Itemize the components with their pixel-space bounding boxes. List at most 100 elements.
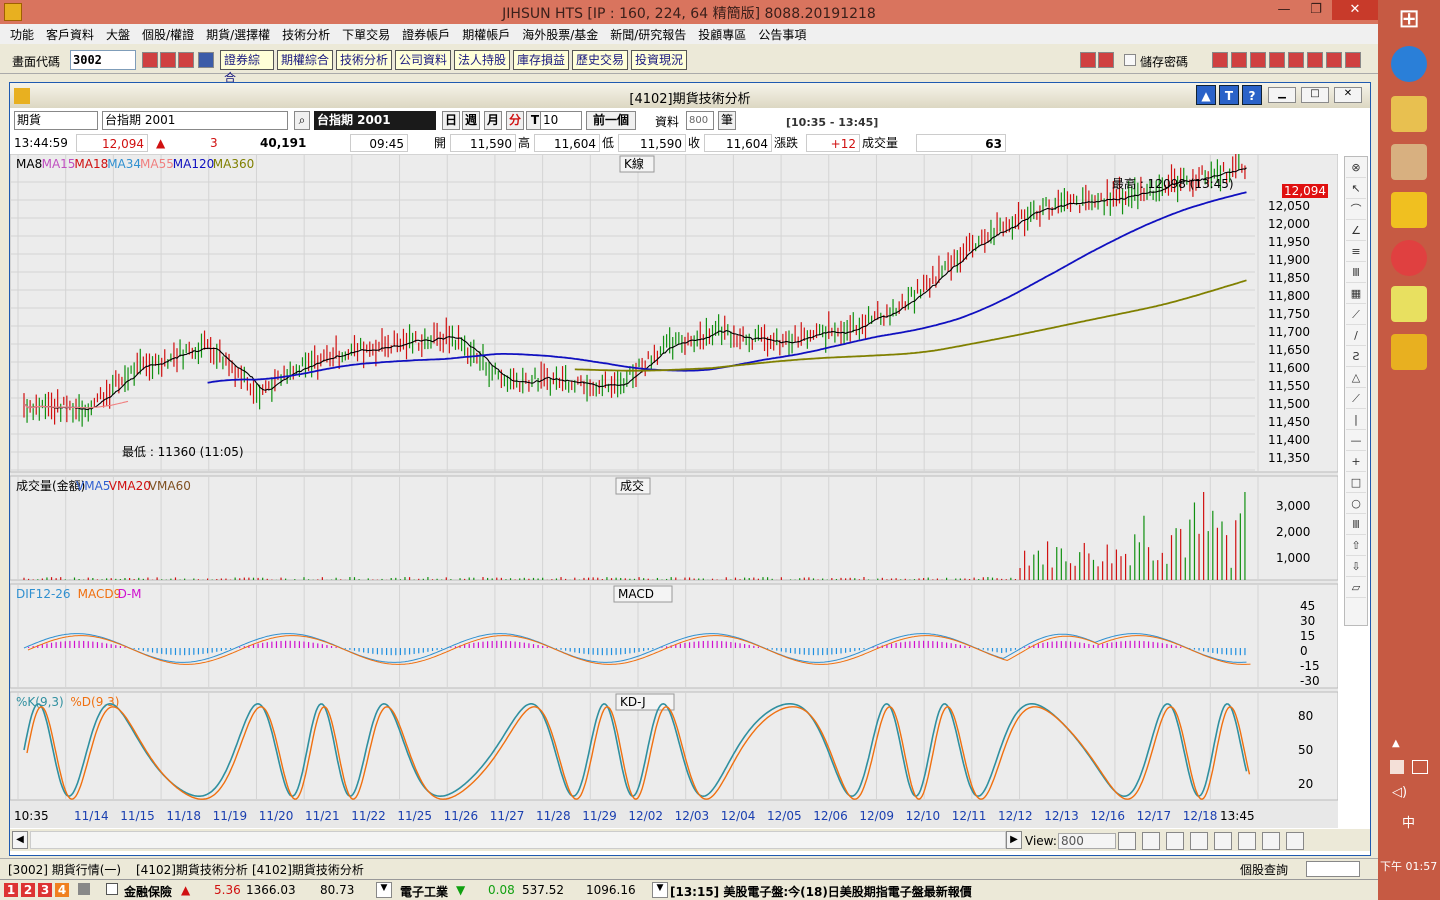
draw-tool-18[interactable]: ⇧ bbox=[1346, 536, 1366, 556]
tab-4102-a[interactable]: [4102]期貨技術分析 bbox=[136, 861, 248, 878]
data-count-input[interactable]: 800 bbox=[686, 111, 714, 130]
file-explorer-icon[interactable] bbox=[1391, 96, 1427, 132]
save-password-checkbox[interactable] bbox=[1124, 54, 1136, 66]
menu-item-11[interactable]: 投顧專區 bbox=[692, 24, 752, 44]
next-screen-icon[interactable] bbox=[1098, 52, 1114, 68]
toolbar-tool-icon-4[interactable] bbox=[1288, 52, 1304, 68]
nav-button-5[interactable]: 庫存損益 bbox=[513, 50, 569, 70]
nav-button-7[interactable]: 投資現況 bbox=[631, 50, 687, 70]
code-input[interactable]: 3002 bbox=[70, 50, 136, 70]
dropdown-icon[interactable] bbox=[198, 52, 214, 68]
tab-4102-b[interactable]: [4102]期貨技術分析 bbox=[252, 861, 364, 878]
draw-tool-9[interactable]: Ƨ bbox=[1346, 347, 1366, 367]
scroll-right-button[interactable]: ▶ bbox=[1006, 831, 1022, 849]
menu-item-0[interactable]: 功能 bbox=[4, 24, 40, 44]
draw-tool-8[interactable]: / bbox=[1346, 326, 1366, 346]
draw-tool-12[interactable]: | bbox=[1346, 410, 1366, 430]
toolbar-tool-icon-0[interactable] bbox=[1212, 52, 1228, 68]
sector2-dropdown[interactable]: ▼ bbox=[652, 882, 668, 898]
view-tool-icon-0[interactable] bbox=[1118, 832, 1136, 850]
help-icon[interactable]: ? bbox=[1242, 85, 1262, 105]
nav-button-4[interactable]: 法人持股 bbox=[454, 50, 510, 70]
view-tool-icon-5[interactable] bbox=[1238, 832, 1256, 850]
page-2[interactable]: 2 bbox=[21, 883, 35, 897]
nav-button-1[interactable]: 期權綜合 bbox=[277, 50, 333, 70]
close-button[interactable]: ✕ bbox=[1332, 0, 1378, 20]
ime-indicator[interactable]: 中 bbox=[1402, 812, 1415, 831]
toolbar-tool-icon-2[interactable] bbox=[1250, 52, 1266, 68]
nav-button-2[interactable]: 技術分析 bbox=[336, 50, 392, 70]
sub-close-button[interactable]: ✕ bbox=[1334, 87, 1362, 103]
menu-item-7[interactable]: 證券帳戶 bbox=[396, 24, 456, 44]
nav-button-3[interactable]: 公司資料 bbox=[395, 50, 451, 70]
menu-item-3[interactable]: 個股/權證 bbox=[136, 24, 200, 44]
period-button-1[interactable]: 週 bbox=[462, 111, 480, 130]
draw-tool-7[interactable]: ⟋ bbox=[1346, 305, 1366, 325]
windows-start-icon[interactable]: ⊞ bbox=[1391, 4, 1427, 40]
network-icon[interactable] bbox=[1412, 760, 1428, 774]
status-checkbox[interactable] bbox=[106, 883, 118, 895]
sticky-notes-icon[interactable] bbox=[1391, 286, 1427, 322]
draw-tool-2[interactable]: ⌒ bbox=[1346, 200, 1366, 220]
toolbar-tool-icon-1[interactable] bbox=[1231, 52, 1247, 68]
type-select[interactable]: 期貨 bbox=[14, 111, 98, 130]
template-icon[interactable]: T bbox=[1219, 85, 1239, 105]
unit-button[interactable]: 筆 bbox=[718, 111, 736, 130]
jihsun-app-icon[interactable] bbox=[1391, 334, 1427, 370]
menu-item-1[interactable]: 客戶資料 bbox=[40, 24, 100, 44]
search-icon[interactable] bbox=[142, 52, 158, 68]
draw-tool-14[interactable]: + bbox=[1346, 452, 1366, 472]
draw-tool-3[interactable]: ∠ bbox=[1346, 221, 1366, 241]
draw-tool-20[interactable]: ▱ bbox=[1346, 578, 1366, 598]
period-button-2[interactable]: 月 bbox=[484, 111, 502, 130]
view-tool-icon-1[interactable] bbox=[1142, 832, 1160, 850]
view-tool-icon-4[interactable] bbox=[1214, 832, 1232, 850]
menu-item-12[interactable]: 公告事項 bbox=[752, 24, 812, 44]
volume-icon[interactable]: ◁) bbox=[1392, 785, 1407, 800]
menu-item-2[interactable]: 大盤 bbox=[100, 24, 136, 44]
chrome-icon[interactable] bbox=[1391, 240, 1427, 276]
period-button-3[interactable]: 分 bbox=[506, 111, 524, 130]
menu-item-9[interactable]: 海外股票/基金 bbox=[516, 24, 604, 44]
view-tool-icon-3[interactable] bbox=[1190, 832, 1208, 850]
tab-3002[interactable]: [3002] 期貨行情(一) bbox=[8, 861, 121, 878]
toolbar-tool-icon-6[interactable] bbox=[1326, 52, 1342, 68]
draw-tool-11[interactable]: ⟋ bbox=[1346, 389, 1366, 409]
draw-tool-17[interactable]: Ⅲ bbox=[1346, 515, 1366, 535]
menu-item-5[interactable]: 技術分析 bbox=[276, 24, 336, 44]
tray-expand-icon[interactable]: ▲ bbox=[1392, 738, 1400, 749]
view-tool-icon-6[interactable] bbox=[1262, 832, 1280, 850]
nav-button-6[interactable]: 歷史交易 bbox=[572, 50, 628, 70]
sub-minimize-button[interactable]: ▁ bbox=[1268, 87, 1296, 103]
prev-button[interactable]: 前一個 bbox=[586, 111, 636, 130]
page-1[interactable]: 1 bbox=[4, 883, 18, 897]
menu-item-8[interactable]: 期權帳戶 bbox=[456, 24, 516, 44]
horizontal-scrollbar[interactable] bbox=[30, 831, 1006, 849]
toolbar-tool-icon-3[interactable] bbox=[1269, 52, 1285, 68]
draw-tool-0[interactable]: ⊗ bbox=[1346, 158, 1366, 178]
sector1-dropdown[interactable]: ▼ bbox=[376, 882, 392, 898]
minute-select[interactable]: 10 bbox=[540, 111, 582, 130]
draw-tool-13[interactable]: — bbox=[1346, 431, 1366, 451]
draw-tool-19[interactable]: ⇩ bbox=[1346, 557, 1366, 577]
draw-tool-16[interactable]: ○ bbox=[1346, 494, 1366, 514]
lock-icon[interactable] bbox=[78, 883, 90, 895]
draw-tool-4[interactable]: ≡ bbox=[1346, 242, 1366, 262]
scroll-left-button[interactable]: ◀ bbox=[12, 831, 28, 849]
minimize-button[interactable]: — bbox=[1268, 0, 1300, 20]
symbol-select[interactable]: 台指期 2001 bbox=[102, 111, 288, 130]
menu-item-4[interactable]: 期貨/選擇權 bbox=[200, 24, 276, 44]
page-3[interactable]: 3 bbox=[38, 883, 52, 897]
toolbar-tool-icon-5[interactable] bbox=[1307, 52, 1323, 68]
draw-tool-10[interactable]: △ bbox=[1346, 368, 1366, 388]
draw-tool-5[interactable]: Ⅲ bbox=[1346, 263, 1366, 283]
ie-browser-icon[interactable] bbox=[1391, 46, 1427, 82]
restore-button[interactable]: ❐ bbox=[1300, 0, 1332, 20]
sub-restore-button[interactable]: □ bbox=[1301, 87, 1329, 103]
view-tool-icon-7[interactable] bbox=[1286, 832, 1304, 850]
menu-item-10[interactable]: 新聞/研究報告 bbox=[604, 24, 692, 44]
page-4[interactable]: 4 bbox=[55, 883, 69, 897]
toolbar-tool-icon-7[interactable] bbox=[1345, 52, 1361, 68]
view-tool-icon-2[interactable] bbox=[1166, 832, 1184, 850]
crown-app-icon[interactable] bbox=[1391, 192, 1427, 228]
